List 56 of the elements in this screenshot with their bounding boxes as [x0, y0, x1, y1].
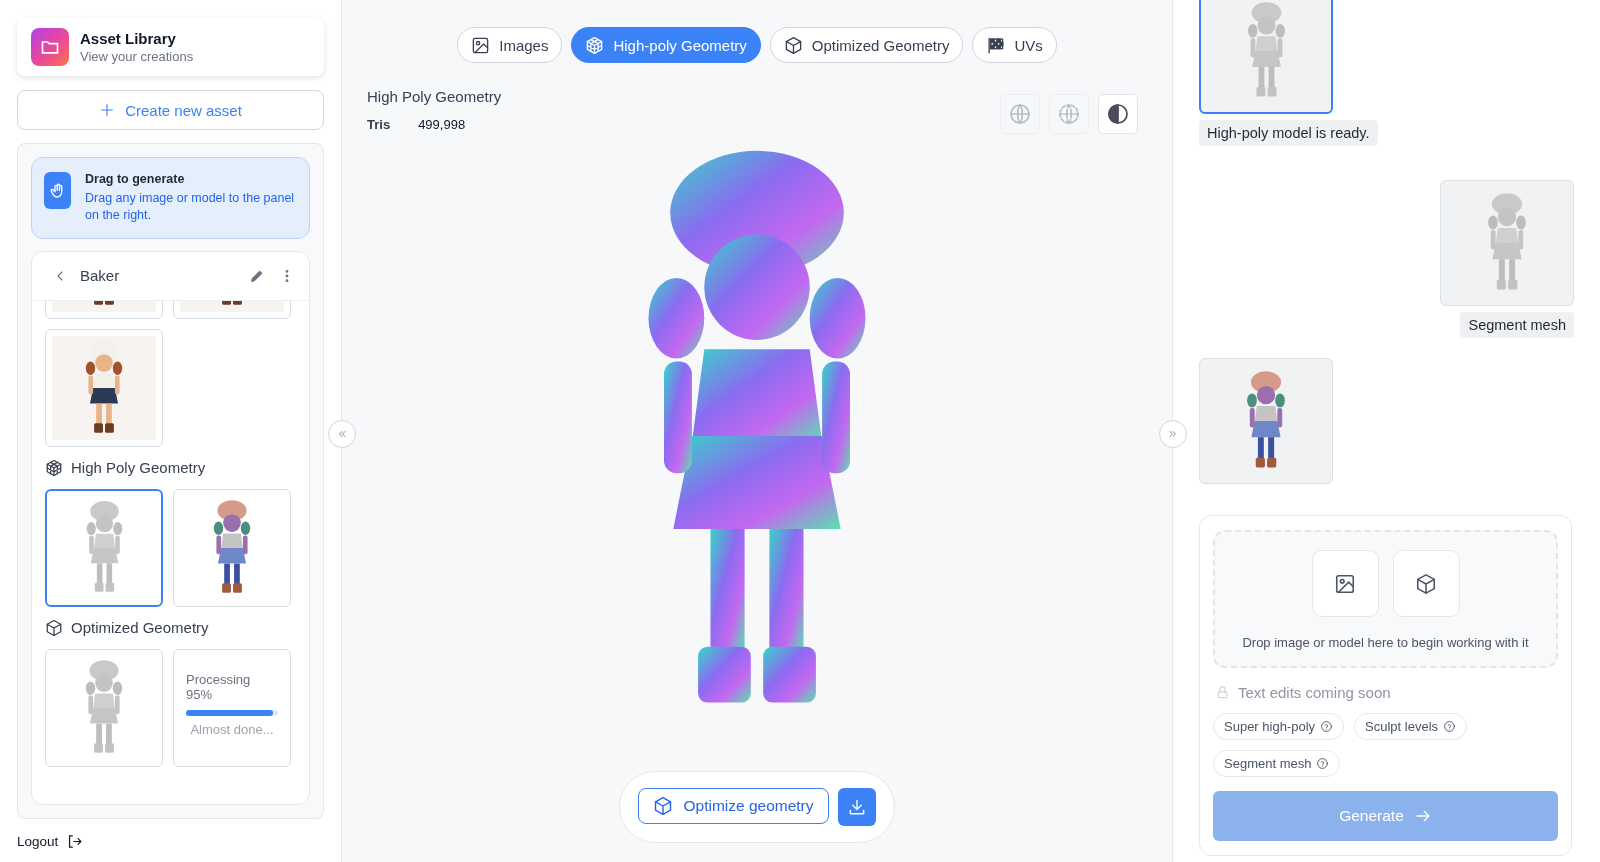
logout-button[interactable]: Logout: [17, 833, 324, 850]
model-thumbnail[interactable]: [45, 488, 163, 607]
model-thumbnail[interactable]: [1199, 0, 1333, 114]
chat-message: Segment mesh: [1460, 312, 1574, 338]
help-icon: [1443, 720, 1457, 733]
double-chevron-right-icon: [1167, 428, 1179, 440]
image-thumbnail[interactable]: [45, 328, 163, 447]
hand-icon: [44, 172, 71, 209]
view-tab[interactable]: UVs: [972, 27, 1057, 63]
section-title: High Poly Geometry: [71, 459, 206, 477]
view-tab[interactable]: Images: [457, 27, 563, 63]
create-asset-button[interactable]: Create new asset: [17, 90, 324, 130]
lock-icon: [1215, 685, 1230, 700]
logout-icon: [66, 833, 84, 850]
view-tab[interactable]: Optimized Geometry: [769, 27, 964, 63]
processing-percent: 95%: [186, 686, 213, 702]
upload-model-button[interactable]: [1392, 550, 1460, 617]
help-icon: [1320, 720, 1334, 733]
double-chevron-left-icon: [336, 428, 348, 440]
cube-icon: [783, 35, 803, 55]
processing-note: Almost done...: [189, 721, 275, 737]
dashed-globe-icon: [1057, 102, 1081, 126]
optimize-geometry-button[interactable]: Optimize geometry: [638, 788, 829, 824]
download-button[interactable]: [837, 788, 876, 826]
drop-zone-text: Drop image or model here to begin working with it: [1242, 635, 1529, 650]
view-mode-button[interactable]: [1098, 94, 1138, 134]
cube-icon: [653, 796, 674, 816]
view-tab[interactable]: High-poly Geometry: [571, 27, 761, 63]
option-chip[interactable]: Super high-poly: [1213, 713, 1345, 740]
asset-name: Baker: [80, 267, 121, 285]
stat-label: Tris: [367, 117, 391, 132]
cube-icon: [45, 618, 63, 637]
upload-image-button[interactable]: [1311, 550, 1379, 617]
globe-icon: [1008, 102, 1032, 126]
drop-zone[interactable]: Drop image or model here to begin working with it: [1213, 530, 1558, 668]
wireframe-cube-icon: [585, 35, 605, 55]
hint-title: Drag to generate: [85, 172, 186, 186]
viewer-title: High Poly Geometry: [367, 88, 502, 105]
processing-label: Processing: [186, 671, 252, 687]
image-icon: [471, 35, 491, 55]
image-icon: [1334, 572, 1356, 595]
option-chip[interactable]: Sculpt levels: [1354, 713, 1468, 740]
checkerboard-icon: [986, 35, 1006, 55]
stat-value: 499,998: [418, 117, 466, 132]
hint-text: Drag any image or model to the panel on the right.: [85, 190, 296, 224]
library-subtitle: View your creations: [80, 49, 194, 64]
wireframe-cube-icon: [45, 458, 63, 477]
help-icon: [1316, 757, 1330, 770]
cube-icon: [1415, 572, 1437, 595]
contrast-icon: [1106, 102, 1130, 126]
option-chip[interactable]: Segment mesh: [1213, 750, 1341, 777]
folder-icon: [31, 28, 69, 66]
chat-message: High-poly model is ready.: [1199, 120, 1378, 146]
section-title: Optimized Geometry: [71, 619, 209, 637]
library-title: Asset Library: [80, 30, 177, 47]
plus-icon: [99, 102, 116, 118]
